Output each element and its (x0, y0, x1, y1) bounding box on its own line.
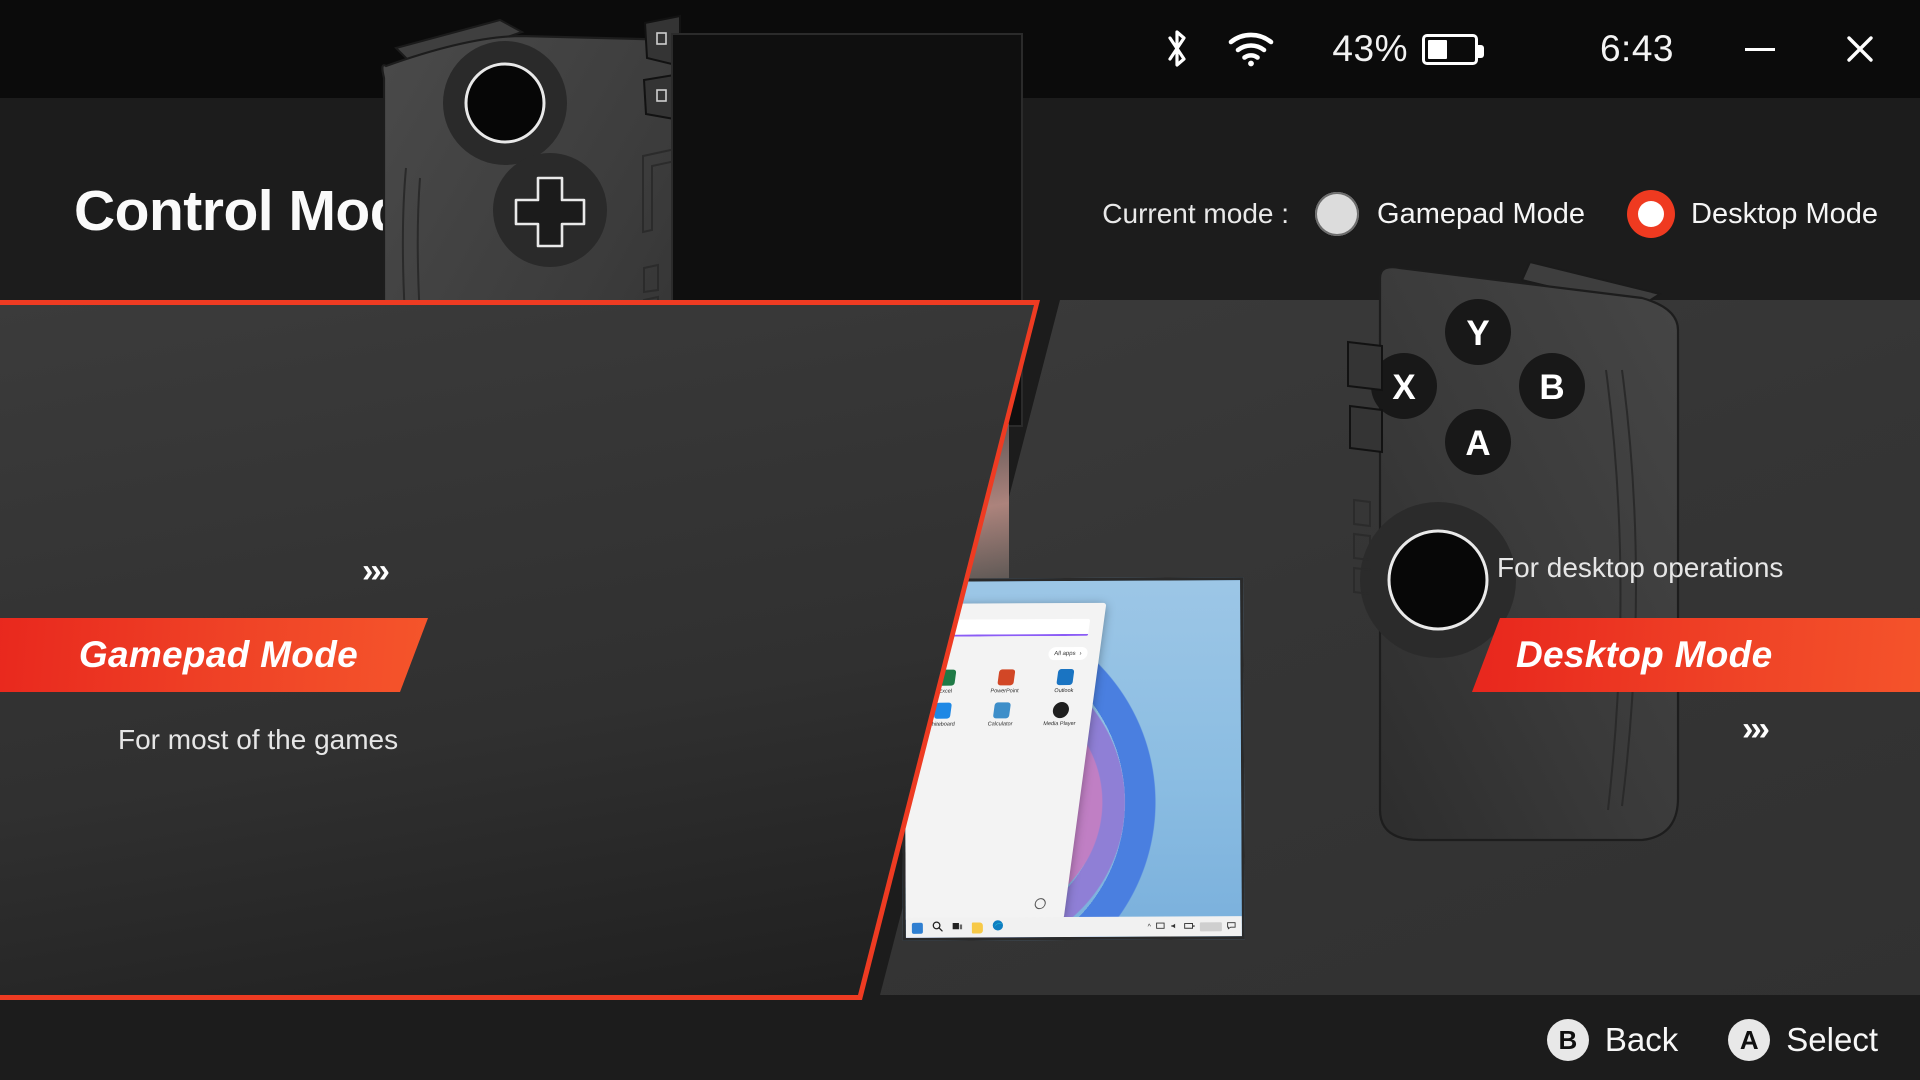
volume-icon[interactable] (1170, 917, 1179, 935)
radio-desktop-mode[interactable]: Desktop Mode (1629, 198, 1878, 231)
file-explorer-icon[interactable] (971, 921, 983, 934)
app-label: Media Player (1042, 720, 1076, 728)
gamepad-mode-banner-label: Gamepad Mode (78, 634, 358, 675)
taskbar-icons (911, 918, 1004, 937)
svg-text:A: A (1465, 424, 1490, 463)
wifi-icon (1216, 18, 1286, 80)
pinned-app[interactable]: Outlook (1035, 668, 1096, 695)
minimize-button[interactable] (1724, 18, 1796, 80)
button-a-icon: A (1728, 1019, 1771, 1061)
gamepad-mode-banner[interactable]: Gamepad Mode (0, 618, 428, 692)
radio-dot-gamepad (1315, 192, 1360, 236)
back-label: Back (1604, 1021, 1679, 1058)
radio-dot-desktop (1638, 201, 1664, 227)
clock: 6:43 (1599, 28, 1674, 69)
search-icon[interactable] (932, 919, 943, 937)
all-apps-label: All apps (1053, 650, 1076, 657)
pinned-app[interactable]: PowerPoint (975, 669, 1036, 694)
select-label: Select (1786, 1021, 1878, 1058)
notification-icon[interactable] (1199, 921, 1222, 931)
bluetooth-icon (1146, 18, 1208, 80)
chevron-up-icon[interactable]: ^ (1148, 923, 1151, 930)
current-mode-label: Current mode : (1102, 198, 1290, 229)
app-icon (1056, 668, 1075, 686)
select-button[interactable]: A Select (1728, 1019, 1878, 1061)
battery-icon[interactable] (1184, 917, 1195, 935)
current-mode-indicator: Current mode : Gamepad Mode Desktop Mode (1102, 192, 1878, 236)
d-pad (493, 153, 607, 267)
desktop-mode-banner[interactable]: Desktop Mode (1472, 618, 1920, 692)
app-label: Outlook (1053, 687, 1074, 695)
start-icon[interactable] (911, 922, 923, 934)
power-icon[interactable] (1033, 898, 1047, 910)
start-menu-search-input[interactable] (939, 618, 1091, 637)
desktop-mode-caption: For desktop operations (1497, 552, 1784, 583)
network-icon[interactable] (1156, 918, 1165, 936)
pinned-app[interactable]: Media Player (1030, 702, 1091, 727)
all-apps-button[interactable]: All apps › (1047, 646, 1089, 661)
gamepad-mode-chevrons: ››› (362, 552, 390, 590)
desktop-mode-chevrons: ››› (1742, 710, 1770, 748)
battery-percent-label: 43% (1332, 28, 1408, 69)
chat-icon[interactable] (1227, 917, 1236, 935)
battery-icon (1421, 33, 1484, 65)
svg-text:Y: Y (1466, 314, 1489, 353)
windows-taskbar: ^ (905, 916, 1242, 938)
edge-icon[interactable] (992, 918, 1004, 936)
svg-text:X: X (1392, 368, 1416, 407)
app-icon (1052, 702, 1071, 719)
app-label: Calculator (987, 721, 1013, 728)
chevron-right-icon: › (1079, 650, 1082, 657)
control-mode-screen: 43% 6:43 Control Mode Current mode : Gam… (0, 0, 1920, 1080)
taskbar-tray: ^ (1148, 917, 1236, 935)
desktop-mode-banner-label: Desktop Mode (1516, 634, 1773, 675)
back-button[interactable]: B Back (1546, 1019, 1679, 1061)
gamepad-illustration-right: Y X B A (1347, 260, 1680, 842)
status-tray: 43% 6:43 (1146, 18, 1896, 80)
footer-hints: B Back A Select (0, 1000, 1920, 1080)
minimize-icon (1745, 47, 1775, 51)
app-icon (997, 669, 1016, 686)
radio-label-gamepad: Gamepad Mode (1377, 197, 1585, 230)
pinned-app[interactable]: Calculator (971, 702, 1032, 727)
app-icon (992, 702, 1011, 719)
app-label: PowerPoint (989, 688, 1019, 695)
close-button[interactable] (1824, 18, 1896, 80)
close-icon (1847, 36, 1873, 62)
button-b-icon: B (1546, 1019, 1589, 1061)
battery-fill (1427, 39, 1447, 59)
radio-gamepad-mode[interactable]: Gamepad Mode (1315, 192, 1585, 236)
task-view-icon[interactable] (952, 919, 963, 937)
gamepad-mode-caption: For most of the games (118, 724, 399, 755)
svg-text:B: B (1539, 368, 1564, 407)
battery-status: 43% (1332, 28, 1484, 70)
radio-label-desktop: Desktop Mode (1691, 197, 1878, 230)
